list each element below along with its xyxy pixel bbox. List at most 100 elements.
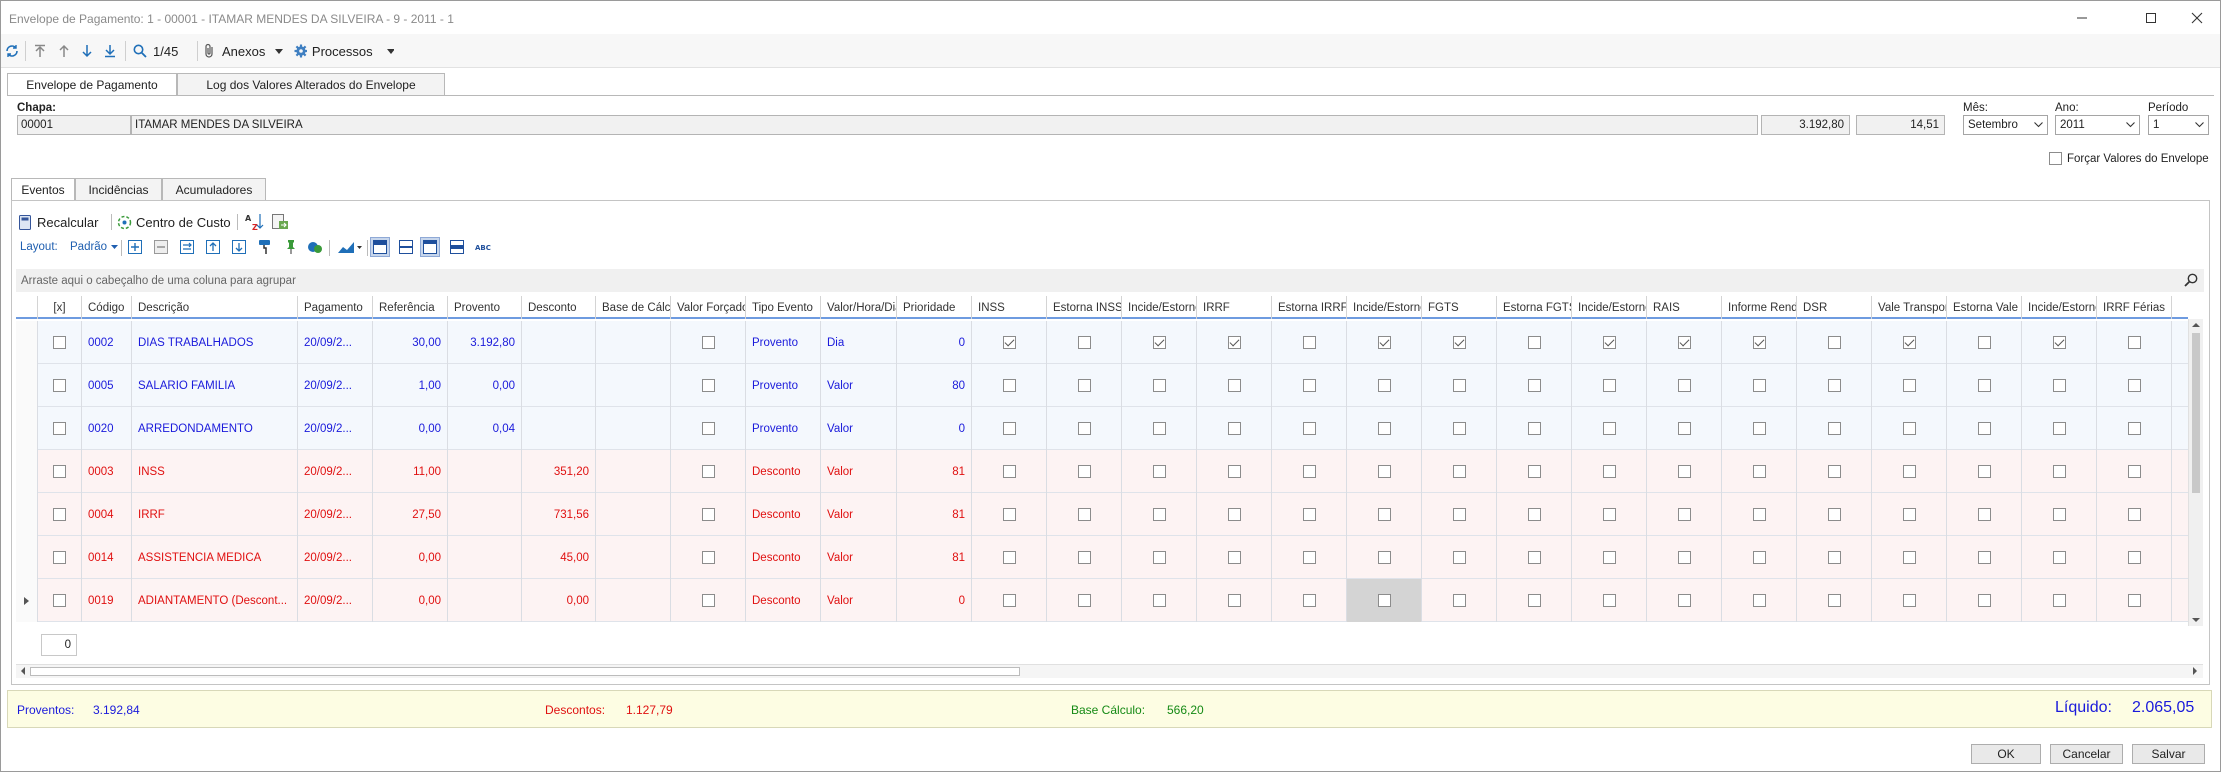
flag-checkbox[interactable] (1377, 379, 1391, 392)
cell-flag[interactable] (2022, 407, 2097, 450)
column-header[interactable]: Desconto (522, 296, 596, 319)
cell-flag[interactable] (2022, 321, 2097, 364)
row-select-checkbox[interactable] (53, 508, 66, 521)
cell-flag[interactable] (1722, 493, 1797, 536)
column-header[interactable]: Pagamento (298, 296, 373, 319)
tab-eventos[interactable]: Eventos (11, 178, 75, 200)
flag-checkbox[interactable] (1527, 551, 1541, 564)
cell-flag[interactable] (1422, 321, 1497, 364)
cell-flag[interactable] (2097, 536, 2172, 579)
flag-checkbox[interactable] (1227, 336, 1241, 349)
horizontal-scroll-thumb[interactable] (30, 667, 1020, 676)
cell-tipo[interactable]: Provento (746, 407, 821, 450)
flag-checkbox[interactable] (1827, 336, 1841, 349)
cell-flag[interactable] (1572, 364, 1647, 407)
table-row[interactable]: 0003 INSS 20/09/2... 11,00 351,20 Desconto Val… (16, 450, 2188, 493)
column-header[interactable]: Valor/Hora/Dia (821, 296, 897, 319)
cell-desconto[interactable]: 731,56 (522, 493, 596, 536)
flag-checkbox[interactable] (1002, 508, 1016, 521)
flag-checkbox[interactable] (2052, 594, 2066, 607)
cell-descricao[interactable]: ASSISTENCIA MEDICA (132, 536, 298, 579)
column-header[interactable]: Tipo Evento (746, 296, 821, 319)
column-header[interactable]: Referência (373, 296, 448, 319)
row-indicator[interactable] (16, 321, 38, 364)
cell-flag[interactable] (1197, 579, 1272, 622)
cell-flag[interactable] (1872, 450, 1947, 493)
cell-flag[interactable] (1272, 493, 1347, 536)
column-header[interactable]: Código (82, 296, 132, 319)
tab-log-valores[interactable]: Log dos Valores Alterados do Envelope (177, 73, 445, 95)
tab-envelope-pagamento[interactable]: Envelope de Pagamento (7, 73, 177, 95)
cell-flag[interactable] (1047, 450, 1122, 493)
flag-checkbox[interactable] (2127, 379, 2141, 392)
cell-flag[interactable] (2022, 493, 2097, 536)
flag-checkbox[interactable] (1602, 465, 1616, 478)
cell-pagamento[interactable]: 20/09/2... (298, 407, 373, 450)
cell-flag[interactable] (1197, 321, 1272, 364)
cell-descricao[interactable]: INSS (132, 450, 298, 493)
flag-checkbox[interactable] (1077, 422, 1091, 435)
expand-all-button[interactable] (126, 238, 144, 256)
cell-prioridade[interactable]: 0 (897, 407, 972, 450)
colors-button[interactable] (306, 238, 324, 256)
cell-flag[interactable] (1872, 321, 1947, 364)
valor-forcado-checkbox[interactable] (701, 422, 715, 435)
cell-flag[interactable] (1422, 579, 1497, 622)
flag-checkbox[interactable] (1677, 594, 1691, 607)
flag-checkbox[interactable] (1527, 508, 1541, 521)
cell-pagamento[interactable]: 20/09/2... (298, 536, 373, 579)
cell-prioridade[interactable]: 81 (897, 493, 972, 536)
column-header[interactable]: [x] (38, 296, 82, 319)
cell-flag[interactable] (1047, 579, 1122, 622)
cell-flag[interactable] (1422, 493, 1497, 536)
flag-checkbox[interactable] (1827, 465, 1841, 478)
cell-valor-forcado[interactable] (671, 450, 746, 493)
cell-flag[interactable] (1647, 321, 1722, 364)
cell-vhd[interactable]: Valor (821, 364, 897, 407)
cell-flag[interactable] (1722, 321, 1797, 364)
cell-flag[interactable] (1347, 493, 1422, 536)
row-select-checkbox[interactable] (53, 465, 66, 478)
cell-vhd[interactable]: Valor (821, 493, 897, 536)
flag-checkbox[interactable] (1827, 551, 1841, 564)
cell-flag[interactable] (1347, 450, 1422, 493)
cell-flag[interactable] (2097, 407, 2172, 450)
flag-checkbox[interactable] (1227, 508, 1241, 521)
cell-flag[interactable] (1497, 407, 1572, 450)
cell-flag[interactable] (1572, 493, 1647, 536)
flag-checkbox[interactable] (1752, 508, 1766, 521)
cell-flag[interactable] (1422, 450, 1497, 493)
cell-flag[interactable] (1197, 536, 1272, 579)
flag-checkbox[interactable] (1227, 422, 1241, 435)
cell-codigo[interactable]: 0003 (82, 450, 132, 493)
cell-prioridade[interactable]: 80 (897, 364, 972, 407)
flag-checkbox[interactable] (1377, 508, 1391, 521)
cell-desconto[interactable] (522, 364, 596, 407)
flag-checkbox[interactable] (1902, 551, 1916, 564)
cell-flag[interactable] (1947, 536, 2022, 579)
flag-checkbox[interactable] (1602, 379, 1616, 392)
cell-provento[interactable]: 3.192,80 (448, 321, 522, 364)
flag-checkbox[interactable] (1452, 336, 1466, 349)
cell-flag[interactable] (1047, 364, 1122, 407)
maximize-button[interactable] (2128, 5, 2174, 31)
export-button[interactable] (270, 212, 290, 232)
table-row[interactable]: 0020 ARREDONDAMENTO 20/09/2... 0,00 0,04 Prov… (16, 407, 2188, 450)
cell-vhd[interactable]: Valor (821, 579, 897, 622)
next-record-button[interactable] (78, 39, 96, 63)
grid-horizontal-scrollbar[interactable] (16, 664, 2203, 678)
valor-forcado-checkbox[interactable] (701, 508, 715, 521)
spell-check-button[interactable]: ABC (474, 238, 496, 256)
flag-checkbox[interactable] (1152, 465, 1166, 478)
flag-checkbox[interactable] (1902, 465, 1916, 478)
flag-checkbox[interactable] (1977, 336, 1991, 349)
attachments-button[interactable]: Anexos (204, 39, 284, 63)
column-header[interactable]: IRRF Férias (2097, 296, 2172, 319)
cell-flag[interactable] (1497, 450, 1572, 493)
cell-flag[interactable] (1647, 536, 1722, 579)
flag-checkbox[interactable] (1077, 465, 1091, 478)
flag-checkbox[interactable] (1377, 594, 1391, 607)
flag-checkbox[interactable] (1002, 379, 1016, 392)
cell-valor-forcado[interactable] (671, 321, 746, 364)
column-header[interactable]: Descrição (132, 296, 298, 319)
